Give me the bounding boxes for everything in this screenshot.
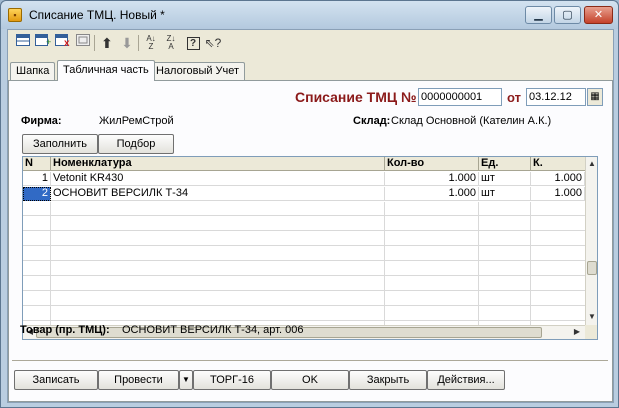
scroll-corner: [585, 325, 597, 339]
item-info-label: Товар (пр. ТМЦ):: [20, 324, 110, 336]
items-table[interactable]: N Номенклатура Кол-во Ед. К. 1 Vetonit K…: [22, 156, 598, 340]
new-row-icon[interactable]: [14, 34, 32, 52]
column-divider: [384, 202, 385, 325]
cell-unit: шт: [479, 187, 531, 201]
calendar-button[interactable]: ▦: [587, 88, 603, 106]
date-label: от: [507, 90, 521, 105]
empty-row: [23, 262, 585, 276]
item-info-value: ОСНОВИТ ВЕРСИЛК Т-34, арт. 006: [122, 324, 304, 336]
footer-separator: [12, 360, 608, 361]
chevron-down-icon: ▼: [182, 375, 190, 384]
table-row-selected[interactable]: 2 ОСНОВИТ ВЕРСИЛК Т-34 1.000 шт 1.000: [23, 187, 585, 201]
select-button[interactable]: Подбор: [98, 134, 174, 154]
svg-text:+: +: [46, 37, 51, 46]
vertical-scroll-thumb[interactable]: [587, 261, 597, 275]
toolbar-separator: [94, 35, 95, 51]
cell-qty: 1.000: [385, 187, 479, 201]
cell-qty: 1.000: [385, 172, 479, 186]
warehouse-label: Склад:: [353, 115, 391, 127]
post-dropdown-button[interactable]: ▼: [179, 370, 193, 390]
firm-value: ЖилРемСтрой: [99, 115, 174, 127]
cell-n: 1: [23, 172, 51, 186]
help-icon[interactable]: ?: [184, 34, 202, 52]
cell-n: 2: [23, 187, 51, 201]
minimize-button[interactable]: ▁: [525, 6, 552, 24]
document-icon: ▪: [8, 8, 22, 22]
scroll-right-icon[interactable]: ▶: [571, 326, 583, 338]
actions-button[interactable]: Действия...: [427, 370, 505, 390]
tab-table-part[interactable]: Табличная часть: [57, 60, 155, 81]
title-bar[interactable]: ▪ Списание ТМЦ. Новый * ▁ ▢ ✕: [1, 1, 618, 29]
empty-row: [23, 247, 585, 261]
close-button[interactable]: Закрыть: [349, 370, 427, 390]
warehouse-value: Склад Основной (Кателин А.К.): [391, 115, 552, 127]
table-body: N Номенклатура Кол-во Ед. К. 1 Vetonit K…: [23, 157, 585, 325]
table-row[interactable]: 1 Vetonit KR430 1.000 шт 1.000: [23, 172, 585, 186]
cell-k: 1.000: [531, 172, 585, 186]
tab-header[interactable]: Шапка: [10, 62, 56, 80]
doc-title: Списание ТМЦ №: [295, 89, 417, 105]
post-button[interactable]: Провести: [98, 370, 179, 390]
document-window: ▪ Списание ТМЦ. Новый * ▁ ▢ ✕ + x ⬆ ⬇ A↓…: [0, 0, 619, 408]
column-divider: [530, 202, 531, 325]
maximize-button[interactable]: ▢: [554, 6, 581, 24]
delete-row-icon[interactable]: x: [54, 34, 72, 52]
empty-row: [23, 202, 585, 216]
pointer-help-icon[interactable]: ⇖?: [204, 34, 222, 52]
sort-asc-icon[interactable]: A↓ Z: [142, 34, 160, 52]
window-title: Списание ТМЦ. Новый *: [29, 8, 165, 22]
scroll-down-icon[interactable]: ▼: [586, 311, 597, 323]
scroll-up-icon[interactable]: ▲: [586, 158, 597, 170]
copy-row-icon[interactable]: +: [34, 34, 52, 52]
sort-desc-icon[interactable]: Z↓ A: [162, 34, 180, 52]
column-divider: [50, 202, 51, 325]
cell-unit: шт: [479, 172, 531, 186]
minimize-icon: ▁: [534, 9, 543, 21]
maximize-icon: ▢: [562, 9, 573, 21]
empty-row: [23, 292, 585, 306]
column-header-unit[interactable]: Ед.: [479, 157, 531, 171]
cell-name: ОСНОВИТ ВЕРСИЛК Т-34: [51, 187, 385, 201]
calendar-icon: ▦: [590, 91, 600, 102]
torg16-button[interactable]: ТОРГ-16: [193, 370, 271, 390]
column-divider: [478, 202, 479, 325]
fill-button[interactable]: Заполнить: [22, 134, 98, 154]
empty-row: [23, 307, 585, 321]
cell-k: 1.000: [531, 187, 585, 201]
column-header-qty[interactable]: Кол-во: [385, 157, 479, 171]
client-area: + x ⬆ ⬇ A↓ Z Z↓ A ? ⇖? Шапка Табличная час…: [7, 29, 614, 403]
toolbar-separator: [138, 35, 139, 51]
firm-label: Фирма:: [21, 115, 62, 127]
cell-name: Vetonit KR430: [51, 172, 385, 186]
empty-row: [23, 277, 585, 291]
move-up-icon[interactable]: ⬆: [98, 34, 116, 52]
tab-tax-accounting[interactable]: Налоговый Учет: [150, 62, 246, 80]
close-window-button[interactable]: ✕: [584, 6, 613, 24]
svg-text:x: x: [64, 38, 70, 46]
edit-row-icon[interactable]: [74, 34, 92, 52]
move-down-icon[interactable]: ⬇: [118, 34, 136, 52]
close-icon: ✕: [593, 9, 604, 21]
doc-number-input[interactable]: 0000000001: [418, 88, 502, 106]
column-header-n[interactable]: N: [23, 157, 51, 171]
empty-row: [23, 232, 585, 246]
column-header-k[interactable]: К.: [531, 157, 585, 171]
ok-button[interactable]: OK: [271, 370, 349, 390]
vertical-scrollbar[interactable]: ▲ ▼: [585, 157, 597, 325]
empty-row: [23, 217, 585, 231]
save-button[interactable]: Записать: [14, 370, 98, 390]
column-header-name[interactable]: Номенклатура: [51, 157, 385, 171]
doc-date-input[interactable]: 03.12.12: [526, 88, 586, 106]
